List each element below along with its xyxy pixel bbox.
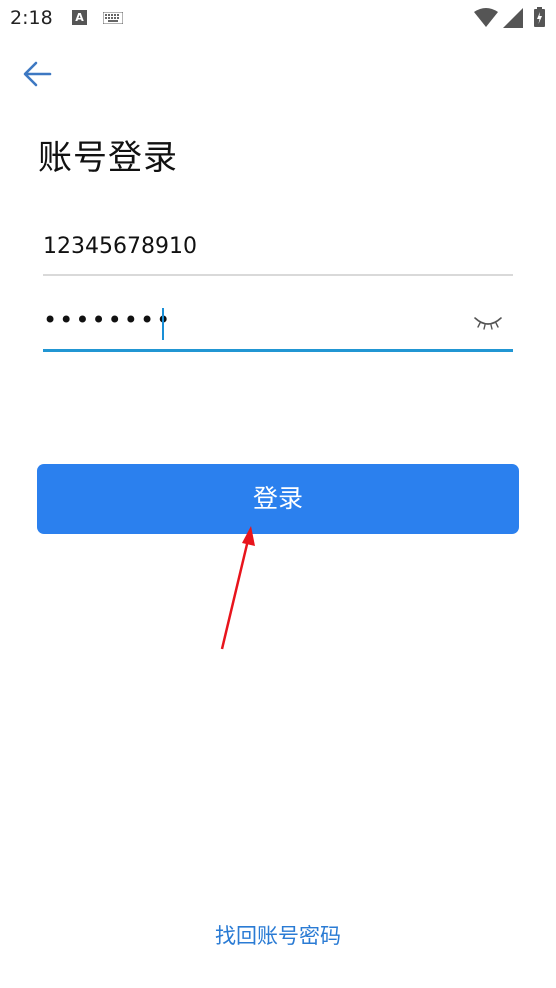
status-time: 2:18	[10, 7, 53, 29]
annotation-arrow	[220, 526, 255, 650]
text-cursor	[162, 308, 164, 340]
signal-icon	[503, 8, 523, 28]
keyboard-icon	[103, 12, 123, 24]
password-input[interactable]: ••••••••	[43, 300, 513, 352]
battery-icon	[534, 7, 545, 27]
eye-closed-icon	[474, 317, 502, 330]
arrow-left-icon	[23, 61, 52, 87]
toggle-password-visibility-button[interactable]	[473, 312, 503, 334]
page-title: 账号登录	[38, 138, 178, 178]
back-button[interactable]	[20, 56, 56, 92]
accessibility-a-icon: A	[72, 10, 87, 25]
wifi-icon	[474, 8, 498, 27]
recover-account-link[interactable]: 找回账号密码	[0, 920, 556, 950]
account-input[interactable]: 12345678910	[43, 226, 513, 276]
account-input-value[interactable]: 12345678910	[43, 234, 197, 259]
login-button[interactable]: 登录	[37, 464, 519, 534]
password-input-value[interactable]: ••••••••	[43, 306, 172, 334]
status-bar: 2:18 A	[0, 0, 556, 36]
